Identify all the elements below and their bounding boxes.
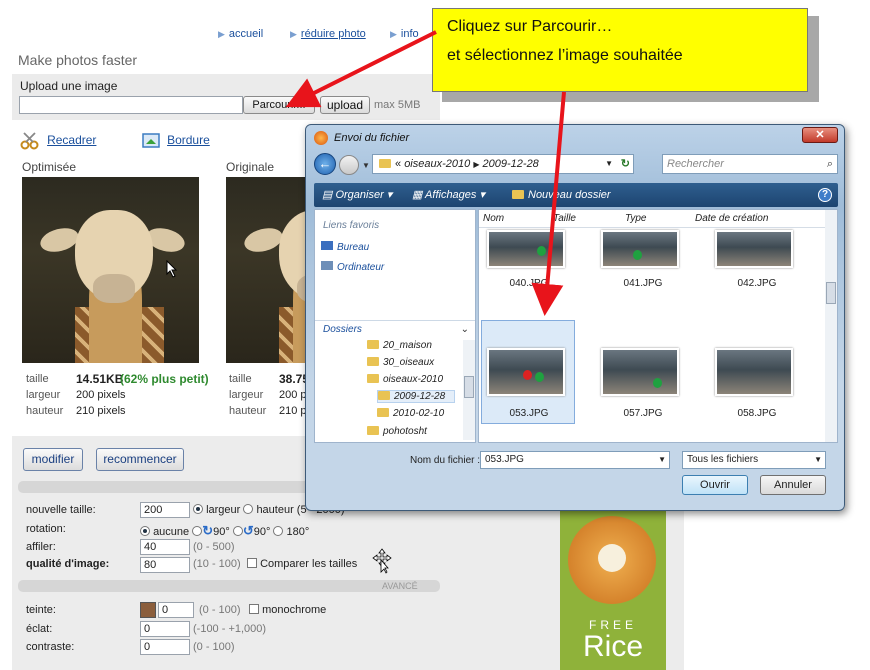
- arrow-to-browse: [285, 30, 437, 108]
- annotation-arrows: [285, 30, 566, 316]
- arrow-to-file: [531, 91, 566, 316]
